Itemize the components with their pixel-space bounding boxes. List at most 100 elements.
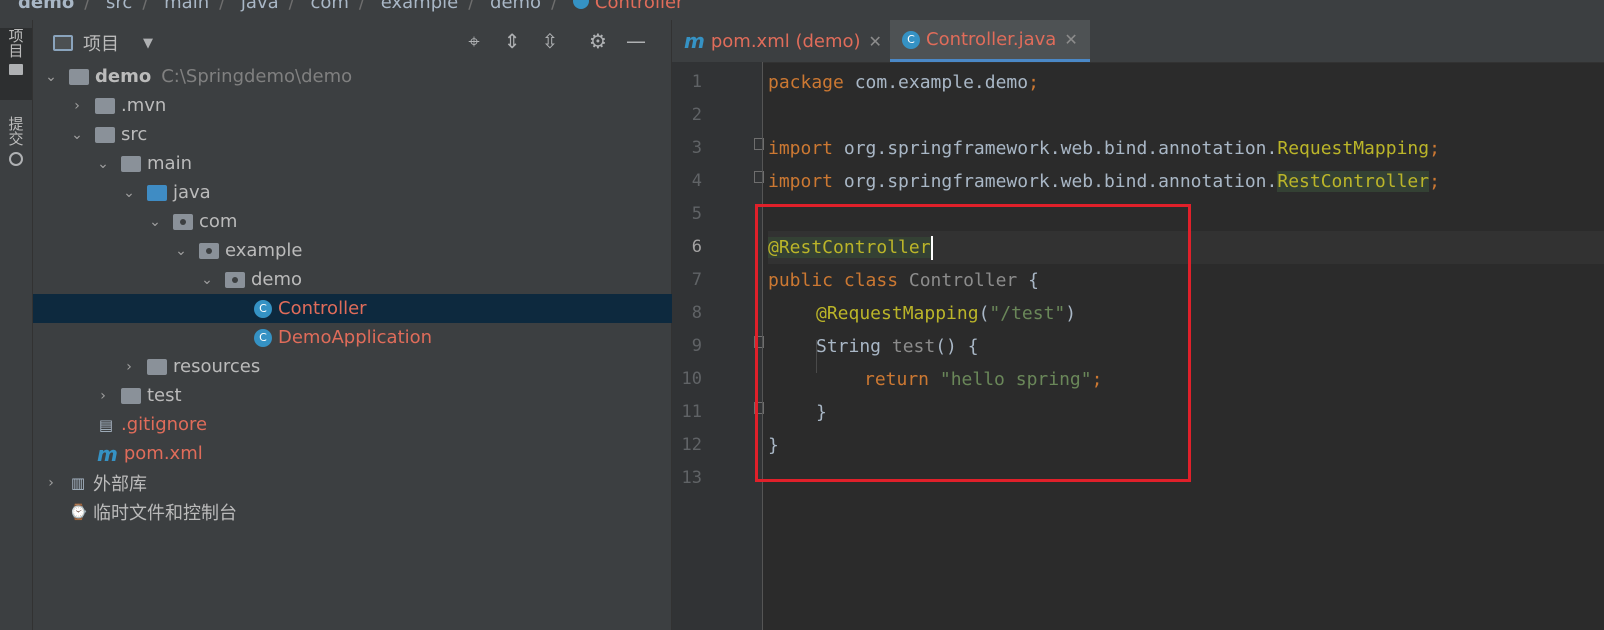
tree-item-demo-root[interactable]: ⌄ demo C:\Springdemo\demo (33, 62, 681, 91)
folder-icon (121, 387, 141, 404)
text-caret (930, 236, 933, 260)
code-line-10: return "hello spring"; (864, 369, 1103, 390)
chevron-right-icon[interactable]: › (95, 388, 111, 404)
chevron-right-icon[interactable]: › (121, 359, 137, 375)
tool-window-stripe: 项目 提交 (0, 20, 33, 630)
tree-item-main[interactable]: ⌄ main (33, 149, 733, 178)
code-line-11: } (816, 402, 827, 423)
chevron-down-icon[interactable]: ⌄ (199, 272, 215, 288)
stripe-tab-commit-label: 提交 (6, 116, 25, 146)
code-line-7: public class Controller { (768, 270, 1039, 291)
tree-item-gitignore[interactable]: ▤ .gitignore (33, 410, 735, 439)
package-icon (225, 271, 245, 288)
tab-pom-xml[interactable]: m pom.xml (demo) ✕ (672, 20, 894, 62)
tree-item-external-libraries[interactable]: › ▥ 外部库 (33, 468, 681, 497)
tree-item-label: java (173, 182, 211, 203)
code-line-6: @RestController (768, 231, 1604, 264)
tree-item-pom[interactable]: m pom.xml (33, 439, 735, 468)
chevron-down-icon[interactable]: ⌄ (121, 185, 137, 201)
breadcrumb-item[interactable]: com (310, 0, 348, 13)
chevron-down-icon[interactable]: ⌄ (95, 156, 111, 172)
stripe-tab-project[interactable]: 项目 (0, 28, 32, 100)
line-number: 10 (681, 369, 702, 389)
line-number: 6 (691, 237, 702, 257)
tree-item-label: .mvn (121, 95, 167, 116)
tree-item-src[interactable]: ⌄ src (33, 120, 707, 149)
tree-item-mvn[interactable]: › .mvn (33, 91, 707, 120)
expand-all-icon[interactable]: ⇕ (499, 28, 525, 54)
commit-icon (9, 152, 23, 166)
code-line-12: } (768, 435, 779, 456)
class-icon (572, 0, 589, 9)
resources-folder-icon (147, 358, 167, 375)
module-folder-icon (69, 68, 89, 85)
tree-item-label: pom.xml (123, 443, 203, 464)
chevron-down-icon[interactable]: ⌄ (69, 127, 85, 143)
breadcrumb-item[interactable]: example (381, 0, 458, 13)
breadcrumb-item[interactable]: demo (18, 0, 74, 13)
project-panel-title: 项目 (83, 34, 119, 55)
tree-item-scratches[interactable]: ⌚ 临时文件和控制台 (33, 497, 707, 526)
tree-item-label: DemoApplication (278, 327, 433, 348)
breadcrumb: demo / src / main / java / com / example / dem… (0, 0, 1604, 20)
class-icon: C (254, 299, 272, 318)
breadcrumb-item[interactable]: main (164, 0, 209, 13)
chevron-right-icon[interactable]: › (69, 98, 85, 114)
tree-item-label: src (121, 124, 148, 145)
chevron-right-icon[interactable]: › (43, 475, 59, 491)
tree-item-java[interactable]: ⌄ java (33, 178, 759, 207)
line-number: 3 (691, 138, 702, 158)
locate-icon[interactable]: ⌖ (461, 28, 487, 54)
package-icon (173, 213, 193, 230)
tree-item-label: test (147, 385, 182, 406)
close-icon[interactable]: ✕ (1064, 30, 1077, 49)
line-number: 9 (691, 336, 702, 356)
folder-icon (121, 155, 141, 172)
line-number: 4 (691, 171, 702, 191)
line-number: 8 (691, 303, 702, 323)
ignore-file-icon: ▤ (98, 415, 114, 434)
project-panel: 项目 ▼ ⌖ ⇕ ⇳ ⚙ — ⌄ demo C:\Springdemo\demo… (33, 20, 892, 630)
chevron-down-icon: ▼ (143, 35, 153, 51)
breadcrumb-item[interactable]: java (241, 0, 279, 13)
code-line-8: @RequestMapping("/test") (816, 303, 1077, 324)
scratches-icon: ⌚ (69, 502, 88, 521)
tree-item-resources[interactable]: › resources (33, 352, 759, 381)
tab-controller-java[interactable]: C Controller.java ✕ (890, 20, 1090, 62)
close-icon[interactable]: ✕ (869, 32, 882, 51)
chevron-down-icon[interactable]: ⌄ (43, 69, 59, 85)
code-line-9: String test() { (816, 336, 979, 357)
line-number: 13 (681, 468, 702, 488)
tab-label: Controller.java (926, 29, 1057, 50)
tree-item-label: .gitignore (121, 414, 208, 435)
editor-area: m pom.xml (demo) ✕ C Controller.java ✕ 1… (672, 20, 1604, 630)
breadcrumb-item[interactable]: src (106, 0, 132, 13)
tree-item-label: 临时文件和控制台 (93, 502, 237, 524)
project-view-selector[interactable]: 项目 ▼ (53, 30, 153, 56)
stripe-tab-commit[interactable]: 提交 (0, 116, 32, 196)
line-number: 2 (691, 105, 702, 125)
gear-icon[interactable]: ⚙ (585, 28, 611, 54)
tree-item-path: C:\Springdemo\demo (161, 66, 353, 87)
collapse-all-icon[interactable]: ⇳ (537, 28, 563, 54)
project-panel-header: 项目 ▼ ⌖ ⇕ ⇳ ⚙ — (33, 20, 671, 62)
breadcrumb-item[interactable]: Controller (595, 0, 684, 13)
minimize-icon[interactable]: — (623, 28, 649, 54)
source-folder-icon (147, 184, 167, 201)
tab-label: pom.xml (demo) (710, 30, 861, 52)
stripe-tab-project-label: 项目 (6, 28, 25, 58)
chevron-down-icon[interactable]: ⌄ (173, 243, 189, 259)
tree-item-test[interactable]: › test (33, 381, 733, 410)
code-line-4: import org.springframework.web.bind.anno… (768, 171, 1440, 192)
breadcrumb-item[interactable]: demo (490, 0, 541, 13)
code-line-1: package com.example.demo; (768, 72, 1039, 93)
class-icon: C (902, 30, 920, 49)
line-number: 12 (681, 435, 702, 455)
chevron-down-icon[interactable]: ⌄ (147, 214, 163, 230)
folder-icon (9, 64, 23, 75)
tree-item-label: 外部库 (93, 473, 147, 495)
line-number: 7 (691, 270, 702, 290)
